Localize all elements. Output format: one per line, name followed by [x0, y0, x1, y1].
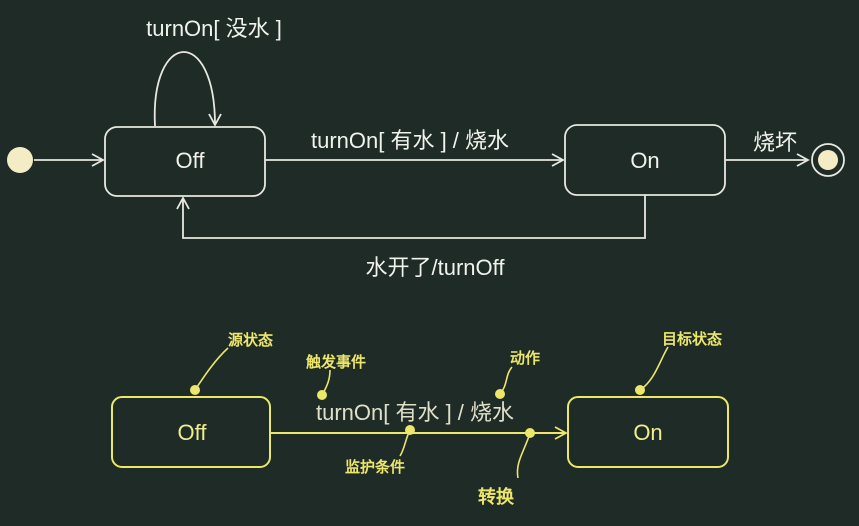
- final-state: [811, 143, 845, 177]
- self-loop-transition: [153, 51, 222, 127]
- annotation-target-state: 目标状态: [662, 330, 722, 348]
- final-transition-label: 烧坏: [753, 130, 797, 155]
- on-to-off-transition: [176, 195, 646, 239]
- state-off-label: Off: [176, 148, 206, 173]
- annotation-guard-condition: 监护条件: [345, 458, 405, 476]
- annotation-action: 动作: [510, 349, 540, 367]
- self-loop-label: turnOn[ 没水 ]: [146, 16, 282, 41]
- state-diagram: Off turnOn[ 没水 ] turnOn[ 有水 ] / 烧水 On 烧坏…: [7, 16, 845, 508]
- annotated-state-off-label: Off: [178, 420, 208, 445]
- state-on-label: On: [630, 148, 659, 173]
- on-to-off-label: 水开了/turnOff: [366, 255, 506, 280]
- annotated-transition-label: turnOn[ 有水 ] / 烧水: [316, 400, 514, 425]
- initial-state: [7, 147, 33, 173]
- annotation-trigger-event: 触发事件: [306, 353, 366, 371]
- annotation-source-state: 源状态: [228, 331, 273, 349]
- annotated-state-on-label: On: [633, 420, 662, 445]
- annotation-transition: 转换: [478, 486, 515, 508]
- off-to-on-label: turnOn[ 有水 ] / 烧水: [311, 128, 509, 153]
